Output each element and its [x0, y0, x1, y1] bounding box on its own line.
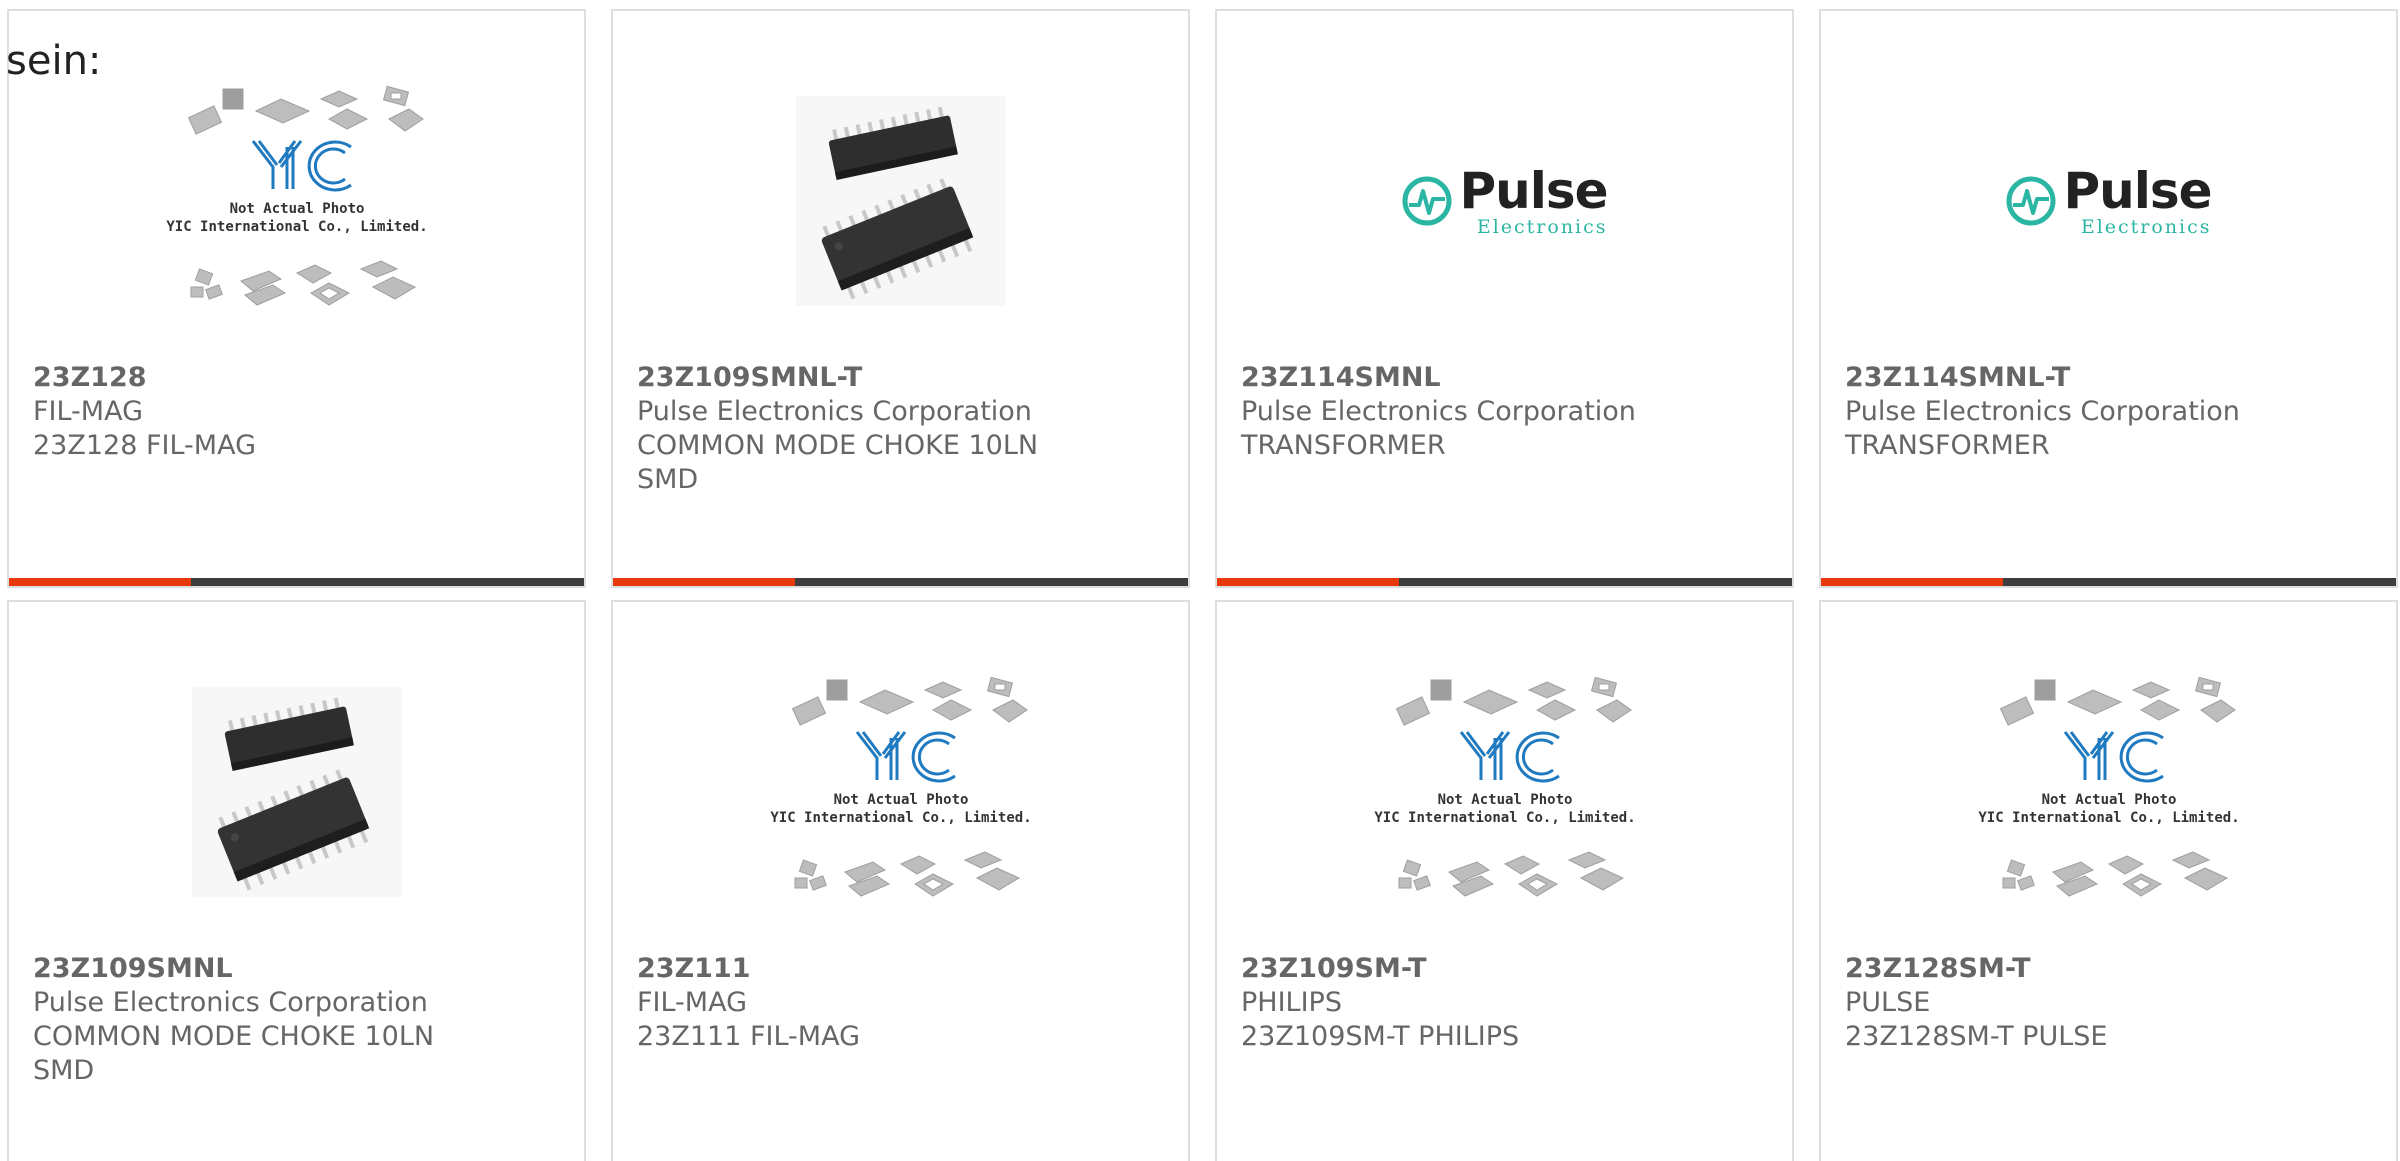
product-image-soic-chip-photo: [9, 642, 584, 942]
card-footer-accent: [9, 578, 191, 586]
product-image-soic-chip-photo: [613, 51, 1188, 351]
description: TRANSFORMER: [1241, 430, 1446, 461]
chip-icon: [217, 697, 369, 891]
yic-placeholder-image: Not Actual Photo YIC International Co., …: [1374, 676, 1635, 897]
placeholder-caption: YIC International Co., Limited.: [1374, 810, 1635, 826]
product-image-pulse-logo: Pulse Electronics: [1821, 51, 2396, 351]
part-number[interactable]: 23Z114SMNL-T: [1845, 361, 2372, 395]
card-footer-bar: [9, 578, 584, 586]
description: COMMON MODE CHOKE 10LN SMD: [33, 1021, 435, 1086]
description: 23Z109SM-T PHILIPS: [1241, 1021, 1520, 1052]
manufacturer: FIL-MAG: [33, 396, 144, 427]
pulse-logo-word: Pulse: [1459, 161, 1608, 220]
product-image-yic-placeholder: Not Actual Photo YIC International Co., …: [613, 642, 1188, 942]
yic-placeholder-image: Not Actual Photo YIC International Co., …: [166, 85, 427, 306]
soic-chip-photo: [191, 687, 402, 897]
chip-icon: [821, 106, 973, 300]
description: TRANSFORMER: [1845, 430, 2050, 461]
description: COMMON MODE CHOKE 10LN SMD: [637, 430, 1039, 495]
description: 23Z111 FIL-MAG: [637, 1021, 860, 1052]
placeholder-caption: Not Actual Photo: [229, 201, 364, 217]
part-number[interactable]: 23Z109SM-T: [1241, 952, 1768, 986]
intro-text: sein:: [6, 38, 102, 84]
product-card[interactable]: Not Actual Photo YIC International Co., …: [1215, 600, 1794, 1161]
pulse-logo-sub: Electronics: [2080, 215, 2212, 238]
manufacturer: Pulse Electronics Corporation: [33, 987, 428, 1018]
manufacturer: Pulse Electronics Corporation: [1241, 396, 1636, 427]
card-footer-bar: [1821, 578, 2396, 586]
product-image-yic-placeholder: Not Actual Photo YIC International Co., …: [1217, 642, 1792, 942]
pulse-logo-icon: [2006, 176, 2056, 226]
product-card[interactable]: Pulse Electronics 23Z114SMNL-T Pulse Ele…: [1819, 9, 2398, 588]
placeholder-caption: YIC International Co., Limited.: [770, 810, 1031, 826]
part-number[interactable]: 23Z109SMNL: [33, 952, 560, 986]
part-number[interactable]: 23Z128SM-T: [1845, 952, 2372, 986]
description: 23Z128SM-T PULSE: [1845, 1021, 2108, 1052]
product-card[interactable]: Not Actual Photo YIC International Co., …: [611, 600, 1190, 1161]
product-image-pulse-logo: Pulse Electronics: [1217, 51, 1792, 351]
card-footer-bar: [1217, 578, 1792, 586]
pulse-logo-word: Pulse: [2063, 161, 2212, 220]
part-number[interactable]: 23Z111: [637, 952, 1164, 986]
part-number[interactable]: 23Z128: [33, 361, 560, 395]
product-card[interactable]: 23Z109SMNL-T Pulse Electronics Corporati…: [611, 9, 1190, 588]
product-card[interactable]: Not Actual Photo YIC International Co., …: [7, 9, 586, 588]
card-footer-accent: [1217, 578, 1399, 586]
pulse-logo-sub: Electronics: [1476, 215, 1608, 238]
part-number[interactable]: 23Z114SMNL: [1241, 361, 1768, 395]
pulse-logo-icon: [1402, 176, 1452, 226]
placeholder-caption: Not Actual Photo: [2041, 792, 2176, 808]
part-number[interactable]: 23Z109SMNL-T: [637, 361, 1164, 395]
yic-placeholder-image: Not Actual Photo YIC International Co., …: [770, 676, 1031, 897]
manufacturer: PULSE: [1845, 987, 1931, 1018]
product-image-yic-placeholder: Not Actual Photo YIC International Co., …: [9, 51, 584, 351]
placeholder-caption: Not Actual Photo: [833, 792, 968, 808]
pulse-electronics-logo: Pulse Electronics: [1401, 161, 1609, 238]
card-footer-bar: [613, 578, 1188, 586]
product-card[interactable]: Pulse Electronics 23Z114SMNL Pulse Elect…: [1215, 9, 1794, 588]
description: 23Z128 FIL-MAG: [33, 430, 256, 461]
manufacturer: PHILIPS: [1241, 987, 1342, 1018]
card-footer-accent: [613, 578, 795, 586]
soic-chip-photo: [795, 96, 1006, 306]
card-footer-accent: [1821, 578, 2003, 586]
product-image-yic-placeholder: Not Actual Photo YIC International Co., …: [1821, 642, 2396, 942]
yic-placeholder-image: Not Actual Photo YIC International Co., …: [1978, 676, 2239, 897]
placeholder-caption: YIC International Co., Limited.: [1978, 810, 2239, 826]
product-grid-page: sein: Not Actual Photo YIC International…: [0, 0, 2400, 1161]
manufacturer: Pulse Electronics Corporation: [1845, 396, 2240, 427]
placeholder-caption: Not Actual Photo: [1437, 792, 1572, 808]
pulse-electronics-logo: Pulse Electronics: [2005, 161, 2213, 238]
manufacturer: FIL-MAG: [637, 987, 748, 1018]
product-card[interactable]: 23Z109SMNL Pulse Electronics Corporation…: [7, 600, 586, 1161]
placeholder-caption: YIC International Co., Limited.: [166, 219, 427, 235]
manufacturer: Pulse Electronics Corporation: [637, 396, 1032, 427]
product-card[interactable]: Not Actual Photo YIC International Co., …: [1819, 600, 2398, 1161]
